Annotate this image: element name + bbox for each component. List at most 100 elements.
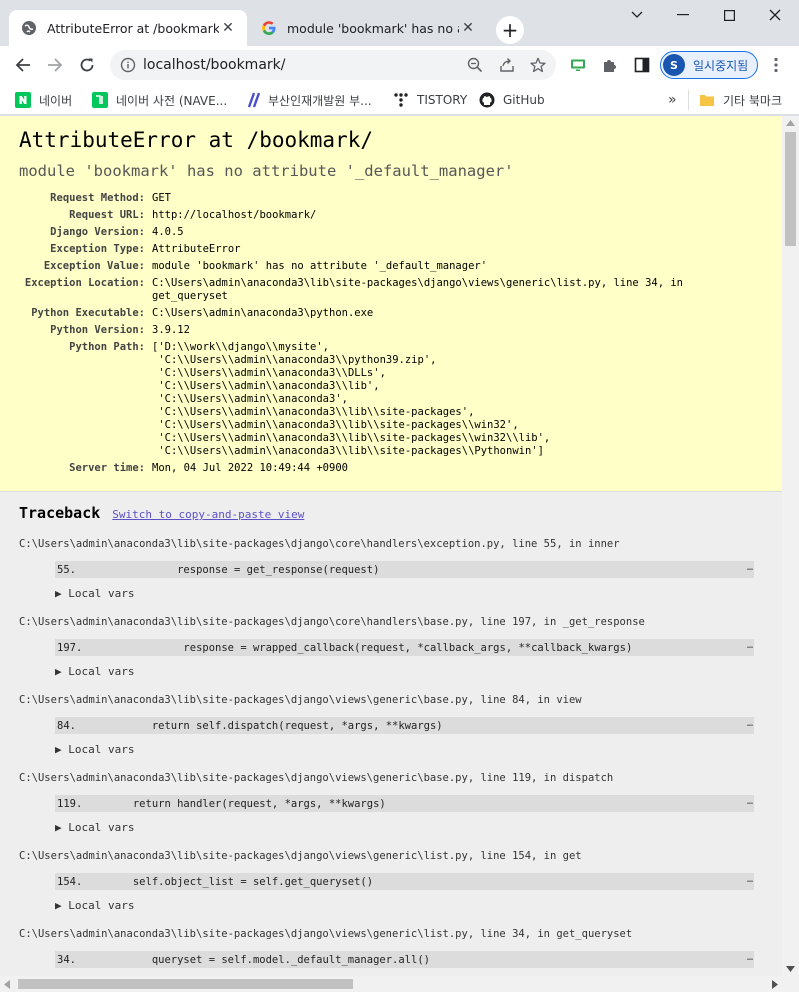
bookmark-label: 부산인재개발원 부... xyxy=(268,93,372,108)
meta-label: Exception Location: xyxy=(24,277,145,289)
new-tab-button[interactable]: + xyxy=(496,16,524,44)
code-text: 84. return self.dispatch(request, *args,… xyxy=(57,719,443,732)
meta-value: AttributeError xyxy=(152,243,241,255)
globe-icon xyxy=(21,20,37,36)
meta-row: Server time: Mon, 04 Jul 2022 10:49:44 +0… xyxy=(19,462,683,479)
other-bookmarks-folder[interactable]: 기타 북마크 xyxy=(699,90,782,110)
frame-code-line[interactable]: 34. queryset = self.model._default_manag… xyxy=(55,951,754,968)
github-icon xyxy=(479,92,495,108)
frame-location: C:\Users\admin\anaconda3\lib\site-packag… xyxy=(19,928,633,940)
error-title: AttributeError at /bookmark/ xyxy=(19,128,374,152)
close-tab-icon[interactable]: ✕ xyxy=(219,19,237,37)
meta-value: C:\Users\admin\anaconda3\python.exe xyxy=(152,307,374,319)
vertical-scroll-thumb[interactable] xyxy=(785,132,796,246)
bookmark-github[interactable]: GitHub xyxy=(479,90,545,110)
meta-row: Python Executable: C:\Users\admin\anacond… xyxy=(19,307,683,324)
frame-code-line[interactable]: 119. return handler(request, *args, **kw… xyxy=(55,795,754,812)
tab-search-icon[interactable] xyxy=(614,0,660,30)
meta-row: Request URL: http://localhost/bookmark/ xyxy=(19,209,683,226)
star-icon[interactable] xyxy=(530,57,546,77)
close-tab-icon[interactable]: ✕ xyxy=(459,19,477,37)
meta-value: C:\Users\admin\anaconda3\lib\site-packag… xyxy=(152,277,684,302)
naver-dictionary-icon xyxy=(92,92,108,108)
minimize-icon[interactable] xyxy=(660,0,706,30)
page-viewport: AttributeError at /bookmark/ module 'boo… xyxy=(0,116,782,976)
meta-row: Exception Value: module 'bookmark' has no… xyxy=(19,260,683,277)
more-bookmarks-chevron-icon[interactable]: » xyxy=(668,90,677,110)
meta-value: Mon, 04 Jul 2022 10:49:44 +0900 xyxy=(152,462,348,474)
extensions-puzzle-icon[interactable] xyxy=(598,53,622,77)
frame-code-line[interactable]: 154. self.object_list = self.get_queryse… xyxy=(55,873,754,890)
code-text: 55. response = get_response(request) xyxy=(57,563,380,576)
frame-location: C:\Users\admin\anaconda3\lib\site-packag… xyxy=(19,616,645,628)
google-icon xyxy=(261,20,277,36)
traceback-frame: C:\Users\admin\anaconda3\lib\site-packag… xyxy=(19,928,782,976)
switch-view-link[interactable]: Switch to copy-and-paste view xyxy=(112,508,304,521)
meta-value: 3.9.12 xyxy=(152,324,190,336)
bookmark-naver[interactable]: 네이버 xyxy=(15,90,72,110)
local-vars-toggle[interactable]: ▶ Local vars xyxy=(55,665,782,678)
meta-label: Python Executable: xyxy=(31,307,145,319)
ellipsis: … xyxy=(746,952,753,963)
tab-attributeerror[interactable]: AttributeError at /bookmark/ ✕ xyxy=(9,10,247,46)
traceback-frame: C:\Users\admin\anaconda3\lib\site-packag… xyxy=(19,850,782,912)
bookmark-busan-hrd[interactable]: 부산인재개발원 부... xyxy=(244,90,372,110)
reload-icon[interactable] xyxy=(75,53,99,77)
url-text[interactable]: localhost/bookmark/ xyxy=(143,57,285,73)
scroll-left-arrow-icon[interactable] xyxy=(4,980,10,989)
forward-icon[interactable] xyxy=(43,53,67,77)
close-window-icon[interactable] xyxy=(752,0,798,30)
menu-kebab-icon[interactable] xyxy=(764,53,788,77)
browser-window: AttributeError at /bookmark/ ✕ module 'b… xyxy=(0,0,799,992)
traceback-header: Traceback Switch to copy-and-paste view xyxy=(19,504,782,522)
browser-toolbar: localhost/bookmark/ S 일시중지됨 xyxy=(0,46,799,84)
bookmark-label: 네이버 사전 (NAVE... xyxy=(116,93,228,108)
meta-label: Exception Type: xyxy=(50,243,145,255)
traceback-frame: C:\Users\admin\anaconda3\lib\site-packag… xyxy=(19,694,782,756)
tab-strip: AttributeError at /bookmark/ ✕ module 'b… xyxy=(0,0,799,46)
divider xyxy=(688,90,689,110)
traceback-frame: C:\Users\admin\anaconda3\lib\site-packag… xyxy=(19,616,782,678)
zoom-icon[interactable] xyxy=(467,57,483,77)
side-panel-icon[interactable] xyxy=(630,53,654,77)
frame-location: C:\Users\admin\anaconda3\lib\site-packag… xyxy=(19,850,582,862)
frame-code-line[interactable]: 197. response = wrapped_callback(request… xyxy=(55,639,754,656)
frame-location: C:\Users\admin\anaconda3\lib\site-packag… xyxy=(19,694,582,706)
info-icon[interactable] xyxy=(120,57,136,77)
maximize-icon[interactable] xyxy=(706,0,752,30)
local-vars-toggle[interactable]: ▶ Local vars xyxy=(55,821,782,834)
horizontal-scrollbar[interactable] xyxy=(0,976,799,992)
naver-icon xyxy=(15,92,31,108)
meta-label: Python Version: xyxy=(50,324,145,336)
frame-code-line[interactable]: 55. response = get_response(request)… xyxy=(55,561,754,578)
share-icon[interactable] xyxy=(499,57,515,77)
code-text: 34. queryset = self.model._default_manag… xyxy=(57,953,430,966)
back-icon[interactable] xyxy=(11,53,35,77)
bookmarks-bar: 네이버 네이버 사전 (NAVE... 부산인재개발원 부... TISTORY… xyxy=(0,84,799,115)
avatar: S xyxy=(663,54,685,76)
scroll-up-arrow-icon[interactable] xyxy=(786,120,795,126)
extension-monitor-icon[interactable] xyxy=(566,53,590,77)
vertical-scrollbar[interactable] xyxy=(782,116,799,976)
tab-google-search[interactable]: module 'bookmark' has no attrib ✕ xyxy=(249,10,487,46)
horizontal-scroll-thumb[interactable] xyxy=(18,979,353,989)
frame-code-line[interactable]: 84. return self.dispatch(request, *args,… xyxy=(55,717,754,734)
ellipsis: … xyxy=(746,640,753,651)
bookmark-tistory[interactable]: TISTORY xyxy=(393,90,467,110)
meta-label: Django Version: xyxy=(50,226,145,238)
profile-button[interactable]: S 일시중지됨 xyxy=(660,51,758,79)
local-vars-toggle[interactable]: ▶ Local vars xyxy=(55,899,782,912)
ellipsis: … xyxy=(746,874,753,885)
address-bar[interactable]: localhost/bookmark/ xyxy=(110,50,556,80)
local-vars-toggle[interactable]: ▶ Local vars xyxy=(55,743,782,756)
tistory-icon xyxy=(393,92,409,108)
scroll-right-arrow-icon[interactable] xyxy=(772,980,778,989)
meta-row: Exception Type: AttributeError xyxy=(19,243,683,260)
local-vars-toggle[interactable]: ▶ Local vars xyxy=(55,587,782,600)
frame-location: C:\Users\admin\anaconda3\lib\site-packag… xyxy=(19,538,620,550)
meta-value: 4.0.5 xyxy=(152,226,184,238)
bookmark-label: 네이버 xyxy=(39,93,73,108)
slash-logo-icon xyxy=(244,92,260,108)
bookmark-naver-dictionary[interactable]: 네이버 사전 (NAVE... xyxy=(92,90,227,110)
scroll-down-arrow-icon[interactable] xyxy=(786,966,795,972)
